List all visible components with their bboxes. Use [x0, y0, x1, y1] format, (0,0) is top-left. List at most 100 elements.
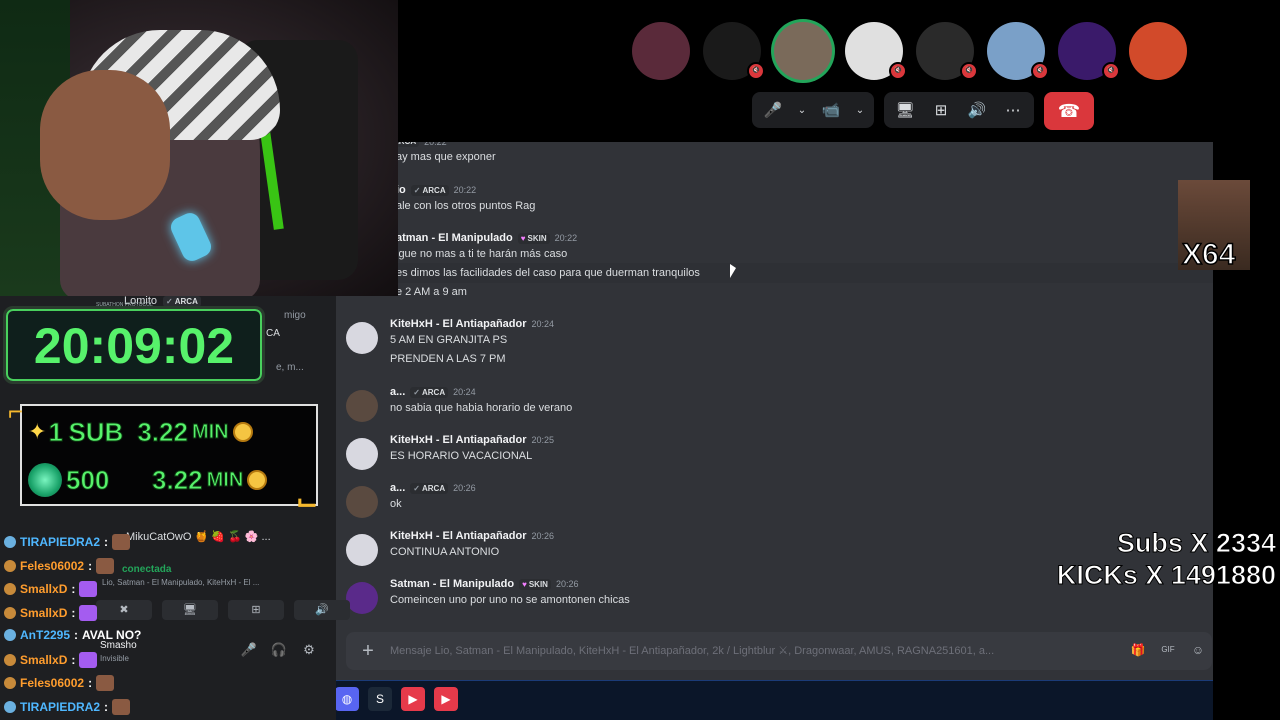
- mic-icon[interactable]: 🎤: [240, 642, 258, 660]
- message-text: ale con los otros puntos Rag: [396, 200, 536, 212]
- chat-emote-icon: [79, 604, 98, 621]
- rate-min: MIN: [191, 420, 229, 443]
- chat-line: Feles06002:: [4, 557, 118, 574]
- call-controls: 🎤 ⌄ 📹 ⌄ 🖥 ⊞ 🔊 ⋯ ☎: [752, 92, 1094, 130]
- chat-colon: :: [88, 558, 93, 573]
- chat-badge-icon: [4, 536, 16, 548]
- message-time: 20:25: [531, 435, 555, 445]
- participant-avatar[interactable]: [1129, 22, 1187, 80]
- participant-avatar[interactable]: 🔇: [845, 22, 907, 80]
- headphones-icon[interactable]: 🎧: [270, 642, 288, 660]
- chat-line: SmallxD:: [4, 604, 101, 621]
- message-text: 5 AM EN GRANJITA PS: [390, 334, 508, 346]
- participant-avatar[interactable]: [632, 22, 690, 80]
- message-author[interactable]: a...: [390, 386, 405, 398]
- kicks-counter: KICKs X 1491880: [1056, 560, 1276, 591]
- subathon-rates: ✦ 1 SUB 3.22 MIN 500 3.22 MIN: [20, 404, 318, 506]
- subs-value: 2334: [1215, 528, 1276, 559]
- member-status-emoji: 🍯 🍓 🍒 🌸 ...: [194, 531, 271, 543]
- mouse-cursor-icon: [730, 264, 736, 278]
- subs-counter: Subs X 2334: [1116, 528, 1276, 559]
- screen-share-icon[interactable]: 🖥: [890, 95, 920, 125]
- message-avatar[interactable]: [346, 582, 378, 614]
- chat-line: TIRAPIEDRA2:: [4, 534, 134, 550]
- message-author[interactable]: KiteHxH - El Antiapañador: [390, 434, 527, 446]
- taskbar-app-icon[interactable]: ◍: [335, 687, 359, 711]
- chat-username[interactable]: Feles06002: [20, 559, 84, 573]
- message-composer[interactable]: + Mensaje Lio, Satman - El Manipulado, K…: [346, 632, 1212, 670]
- message-avatar[interactable]: [346, 390, 378, 422]
- chat-emote-icon: [112, 534, 131, 550]
- message-input-placeholder[interactable]: Mensaje Lio, Satman - El Manipulado, Kit…: [390, 644, 994, 657]
- message-author[interactable]: atman - El Manipulado: [396, 232, 513, 244]
- role-tag: ✓ ARCA: [410, 386, 449, 398]
- chat-username[interactable]: SmallxD: [20, 606, 67, 620]
- message-text: e 2 AM a 9 am: [396, 286, 467, 298]
- message-time: 20:26: [453, 483, 476, 493]
- mic-camera-group: 🎤 ⌄ 📹 ⌄: [752, 92, 874, 128]
- disconnect-button[interactable]: ☎: [1044, 92, 1094, 130]
- rate-sub: ✦ 1 SUB 3.22 MIN: [28, 412, 308, 452]
- participant-avatar[interactable]: 🔇: [1058, 22, 1120, 80]
- activity-icon[interactable]: ⊞: [228, 600, 284, 620]
- chat-username[interactable]: SmallxD: [20, 582, 67, 596]
- participant-avatar[interactable]: 🔇: [916, 22, 978, 80]
- role-tag: ✓ ARCA: [410, 482, 449, 494]
- participant-avatar[interactable]: [774, 22, 832, 80]
- message-author[interactable]: KiteHxH - El Antiapañador: [390, 318, 527, 330]
- chat-username[interactable]: AnT2295: [20, 628, 70, 642]
- chat-badge-icon: [4, 677, 16, 689]
- gift-icon[interactable]: 🎁: [1130, 642, 1146, 658]
- message-author[interactable]: a...: [390, 482, 405, 494]
- chat-badge-icon: [4, 559, 16, 572]
- message-avatar[interactable]: [346, 534, 378, 566]
- taskbar-app-icon[interactable]: ▶: [401, 687, 425, 711]
- chat-badge-icon: [4, 653, 16, 666]
- message-avatar[interactable]: [346, 322, 378, 354]
- activities-icon[interactable]: ⊞: [926, 95, 956, 125]
- more-options-icon[interactable]: ⋯: [998, 95, 1028, 125]
- message-author[interactable]: Satman - El Manipulado: [390, 578, 514, 590]
- taskbar-app-icon[interactable]: ▶: [434, 687, 458, 711]
- chat-line: SmallxD:: [4, 651, 101, 668]
- webcam-feed: [0, 0, 398, 296]
- settings-gear-icon[interactable]: ⚙: [300, 642, 318, 660]
- timer-value: 20:09:02: [33, 318, 235, 374]
- kicks-value: 1491880: [1170, 560, 1276, 591]
- chat-username[interactable]: TIRAPIEDRA2: [20, 700, 100, 714]
- member-mikucat[interactable]: MikuCatOwO 🍯 🍓 🍒 🌸 ...: [126, 530, 271, 543]
- corner-bracket-icon: ⌐: [8, 396, 24, 426]
- emoji-icon[interactable]: ☺: [1190, 642, 1206, 658]
- message-text: Comeincen uno por uno no se amontonen ch…: [390, 594, 630, 606]
- chat-username[interactable]: Feles06002: [20, 676, 84, 690]
- message-time: 20:22: [424, 142, 447, 147]
- chat-colon: :: [71, 652, 76, 667]
- camera-off-icon[interactable]: 📹: [816, 95, 846, 125]
- share-screen-icon[interactable]: 🖥: [162, 600, 218, 620]
- message-avatar[interactable]: [346, 486, 378, 518]
- muted-icon: 🔇: [1102, 62, 1120, 80]
- message-author[interactable]: KiteHxH - El Antiapañador: [390, 530, 527, 542]
- chat-username[interactable]: TIRAPIEDRA2: [20, 535, 100, 549]
- noise-suppression-icon[interactable]: ✖: [96, 600, 152, 620]
- chat-colon: :: [88, 676, 93, 690]
- rate-qty: 1: [48, 416, 63, 447]
- chat-emote-icon: [79, 581, 98, 597]
- mic-icon[interactable]: 🎤: [758, 95, 788, 125]
- mic-options-chevron-icon[interactable]: ⌄: [794, 95, 810, 125]
- chat-username[interactable]: SmallxD: [20, 653, 67, 667]
- add-attachment-icon[interactable]: +: [356, 639, 380, 663]
- taskbar-app-icon[interactable]: S: [368, 687, 392, 711]
- chat-colon: :: [74, 628, 79, 642]
- soundboard-icon[interactable]: 🔊: [294, 600, 350, 620]
- kick-gem-icon: [28, 463, 62, 497]
- chat-line: TIRAPIEDRA2:: [4, 698, 134, 715]
- soundboard-icon[interactable]: 🔊: [962, 95, 992, 125]
- message-list: ARCA20:22ay mas que exponerio✓ARCA20:22a…: [336, 142, 1213, 632]
- gif-icon[interactable]: GIF: [1160, 642, 1176, 658]
- participant-avatar[interactable]: 🔇: [703, 22, 765, 80]
- participant-avatar[interactable]: 🔇: [987, 22, 1049, 80]
- chat-colon: :: [71, 605, 76, 620]
- message-avatar[interactable]: [346, 438, 378, 470]
- camera-options-chevron-icon[interactable]: ⌄: [852, 95, 868, 125]
